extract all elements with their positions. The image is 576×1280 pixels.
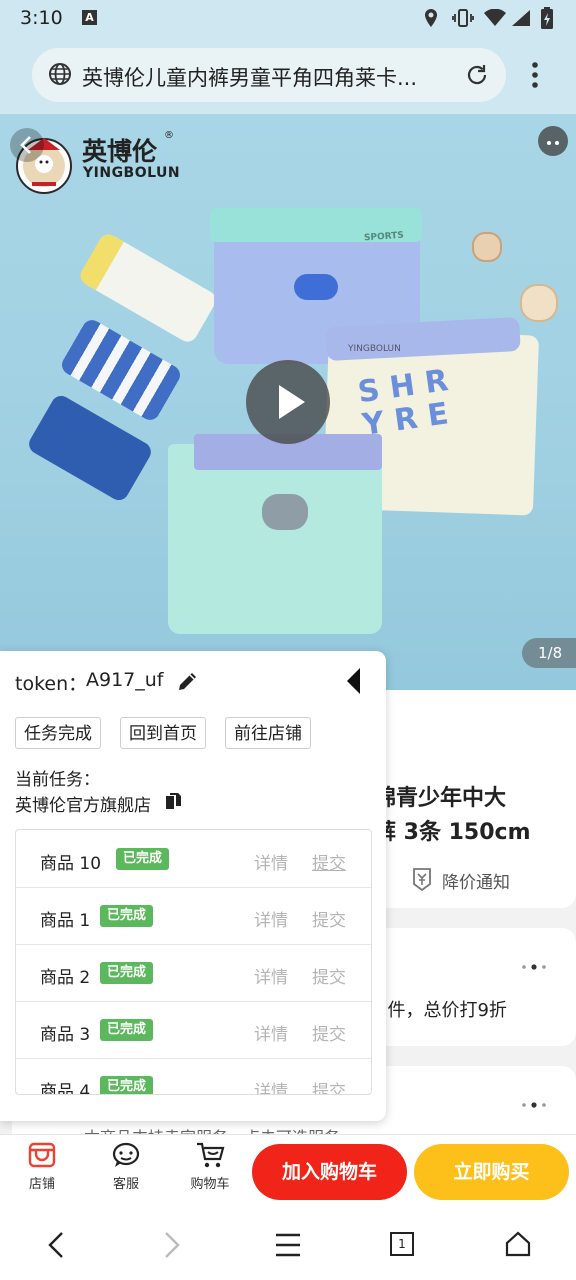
store-icon (28, 1142, 56, 1168)
cart-icon (197, 1142, 225, 1168)
task-row[interactable]: 商品 2 已完成 详情 提交 (16, 944, 371, 1002)
nav-tabs-icon[interactable]: 1 (390, 1232, 414, 1256)
vibrate-icon (452, 6, 474, 30)
task-detail-link[interactable]: 详情 (254, 1077, 288, 1094)
wifi-icon (484, 6, 506, 30)
brand-name-cn: 英博伦 (82, 137, 158, 166)
more-options-button[interactable] (538, 126, 568, 156)
brand-name-en: YINGBOLUN (83, 165, 181, 181)
battery-icon (536, 6, 558, 30)
promo-text: 2件，总价打9折 (376, 1000, 507, 1021)
product-title-line2: 裤 3条 150cm (374, 820, 531, 845)
location-icon (420, 6, 442, 30)
globe-icon (48, 62, 72, 90)
task-detail-link[interactable]: 详情 (254, 849, 288, 874)
letter-pattern: S H RY R E (355, 363, 451, 443)
task-row[interactable]: 商品 1 已完成 详情 提交 (16, 887, 371, 945)
promo-more-icon[interactable] (520, 958, 548, 980)
back-button[interactable] (10, 128, 44, 162)
add-to-cart-button[interactable]: 加入购物车 (252, 1144, 407, 1200)
store-label: 店铺 (28, 1177, 55, 1192)
waistband-text-2: YINGBOLUN (348, 344, 401, 354)
status-time: 3:10 (20, 7, 63, 29)
task-submit-link[interactable]: 提交 (312, 1077, 346, 1094)
buy-now-button[interactable]: 立即购买 (414, 1144, 569, 1200)
collapse-triangle-icon[interactable] (344, 667, 364, 699)
task-panel: token： A917_uf 任务完成 回到首页 前往店铺 当前任务： 英博伦官… (0, 651, 386, 1121)
product-title-line1: 棉青少年中大 (374, 786, 507, 811)
yarn-ball-2 (520, 284, 558, 322)
back-home-button[interactable]: 回到首页 (120, 717, 206, 749)
product-image[interactable]: 英博伦 ® YINGBOLUN SPORTS YINGBOLUN S H RY … (0, 114, 576, 690)
go-store-button[interactable]: 前往店铺 (225, 717, 311, 749)
task-name: 商品 4 (40, 1082, 91, 1095)
menu-more-icon[interactable] (526, 60, 544, 94)
nav-home-icon[interactable] (504, 1230, 532, 1262)
task-detail-link[interactable]: 详情 (254, 906, 288, 931)
current-task-label: 当前任务： (15, 770, 100, 790)
task-name: 商品 3 (40, 1025, 91, 1045)
task-row[interactable]: 商品 10 已完成 详情 提交 (16, 830, 371, 888)
status-badge: 已完成 (100, 1076, 154, 1094)
price-alert-label[interactable]: 降价通知 (442, 868, 510, 893)
reload-icon[interactable] (464, 62, 490, 92)
status-badge: 已完成 (100, 1019, 154, 1041)
task-name: 商品 2 (40, 968, 91, 988)
image-counter: 1/8 (522, 638, 576, 668)
token-value: A917_uf (86, 669, 164, 691)
cloud-print-icon (294, 274, 338, 300)
customer-service-icon (112, 1142, 140, 1167)
nav-forward-icon[interactable] (160, 1230, 184, 1264)
task-submit-link[interactable]: 提交 (312, 1020, 346, 1045)
task-detail-link[interactable]: 详情 (254, 963, 288, 988)
nav-back-icon[interactable] (44, 1230, 68, 1264)
task-row[interactable]: 商品 4 已完成 详情 提交 (16, 1058, 371, 1095)
task-complete-button[interactable]: 任务完成 (15, 717, 101, 749)
task-name: 商品 1 (40, 911, 91, 931)
cart-tab[interactable]: 购物车 (180, 1141, 240, 1192)
service-more-icon[interactable] (520, 1096, 548, 1118)
task-list[interactable]: 商品 10 已完成 详情 提交 商品 1 已完成 详情 提交 商品 2 已完成 … (15, 829, 372, 1095)
registered-mark: ® (164, 130, 174, 141)
copy-icon[interactable] (163, 792, 183, 816)
customer-service-tab[interactable]: 客服 (96, 1141, 156, 1192)
store-tab[interactable]: 店铺 (12, 1141, 72, 1192)
current-task-value: 英博伦官方旗舰店 (15, 796, 151, 816)
bottom-action-bar: 店铺 客服 购物车 加入购物车 立即购买 (0, 1134, 576, 1211)
signal-icon (510, 6, 532, 30)
task-submit-link[interactable]: 提交 (312, 849, 346, 874)
task-name: 商品 10 (40, 854, 102, 874)
price-alert-icon[interactable] (410, 866, 434, 896)
cloud-print-icon-2 (262, 494, 308, 530)
nav-menu-icon[interactable] (274, 1232, 302, 1262)
notification-a-icon: A (82, 10, 97, 25)
cart-label: 购物车 (190, 1177, 230, 1192)
task-submit-link[interactable]: 提交 (312, 906, 346, 931)
task-row[interactable]: 商品 3 已完成 详情 提交 (16, 1001, 371, 1059)
url-title[interactable]: 英博伦儿童内裤男童平角四角莱卡... (82, 62, 452, 92)
edit-pencil-icon[interactable] (176, 669, 200, 697)
status-bar: 3:10 A (0, 0, 576, 38)
task-submit-link[interactable]: 提交 (312, 963, 346, 988)
token-label: token： (15, 673, 88, 695)
status-badge: 已完成 (100, 905, 154, 927)
boxer-mint (168, 444, 382, 634)
status-badge: 已完成 (100, 962, 154, 984)
task-detail-link[interactable]: 详情 (254, 1020, 288, 1045)
play-video-button[interactable] (246, 360, 330, 444)
yarn-ball (472, 232, 502, 262)
status-badge: 已完成 (116, 848, 170, 870)
customer-service-label: 客服 (112, 1177, 139, 1192)
browser-nav-bar: 1 (0, 1210, 576, 1280)
